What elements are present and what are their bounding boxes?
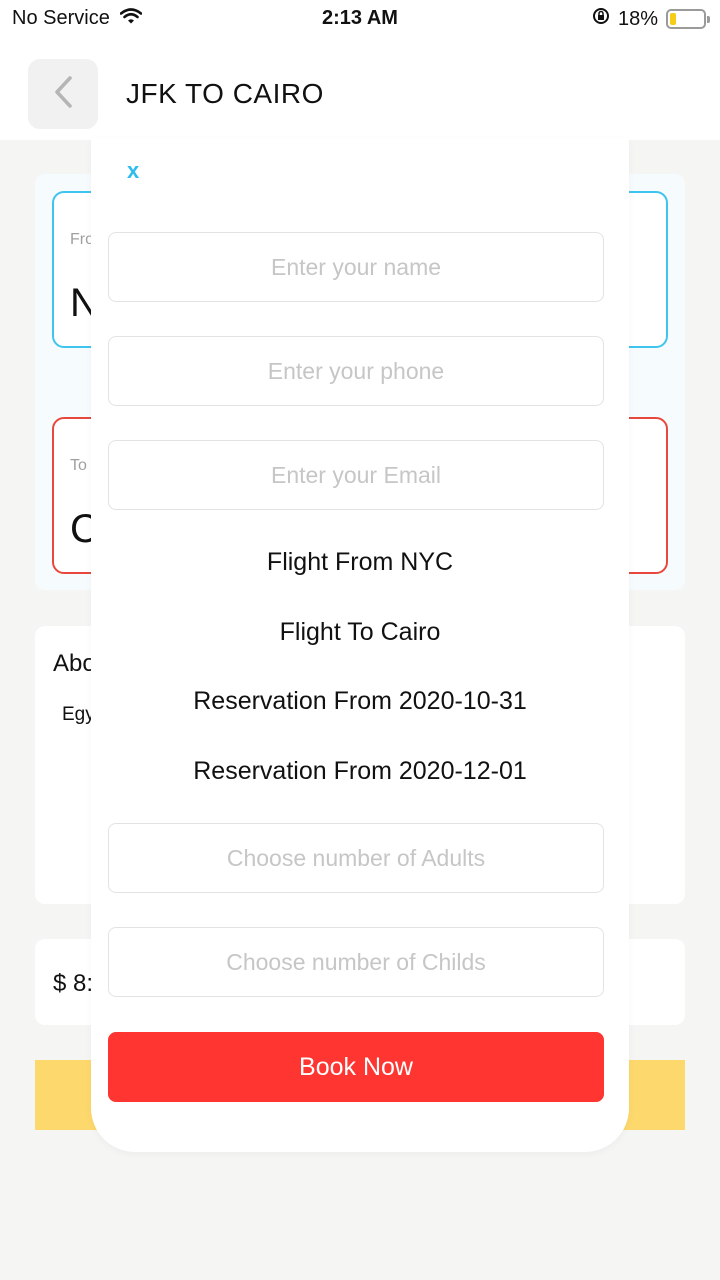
book-now-button[interactable]: Book Now	[108, 1032, 604, 1102]
phone-input[interactable]	[108, 336, 604, 406]
about-title: Abo	[53, 650, 96, 677]
status-right: 18%	[592, 7, 710, 31]
header: JFK TO CAIRO	[0, 40, 720, 140]
flight-to-text: Flight To Cairo	[279, 618, 441, 646]
reservation-to-text: Reservation From 2020-12-01	[193, 757, 527, 785]
about-text: Egу	[62, 704, 95, 725]
name-input[interactable]	[108, 232, 604, 302]
to-label: To	[70, 457, 87, 474]
battery-level	[670, 13, 676, 25]
flight-from-text: Flight From NYC	[266, 548, 454, 576]
status-bar: No Service 2:13 AM 18%	[0, 0, 720, 40]
chevron-left-icon	[52, 75, 74, 114]
childs-input[interactable]	[108, 927, 604, 997]
adults-input[interactable]	[108, 823, 604, 893]
back-button[interactable]	[28, 59, 98, 129]
battery-icon	[666, 9, 710, 29]
battery-percent: 18%	[617, 7, 658, 30]
orientation-lock-icon	[592, 7, 610, 31]
email-input[interactable]	[108, 440, 604, 510]
page-title: JFK TO CAIRO	[126, 78, 324, 109]
reservation-from-text: Reservation From 2020-10-31	[193, 687, 527, 715]
booking-modal: x Flight From NYC Flight To Cairo Reserv…	[91, 138, 629, 1152]
price-text: $ 8:	[53, 970, 94, 997]
close-button[interactable]: x	[127, 158, 139, 184]
